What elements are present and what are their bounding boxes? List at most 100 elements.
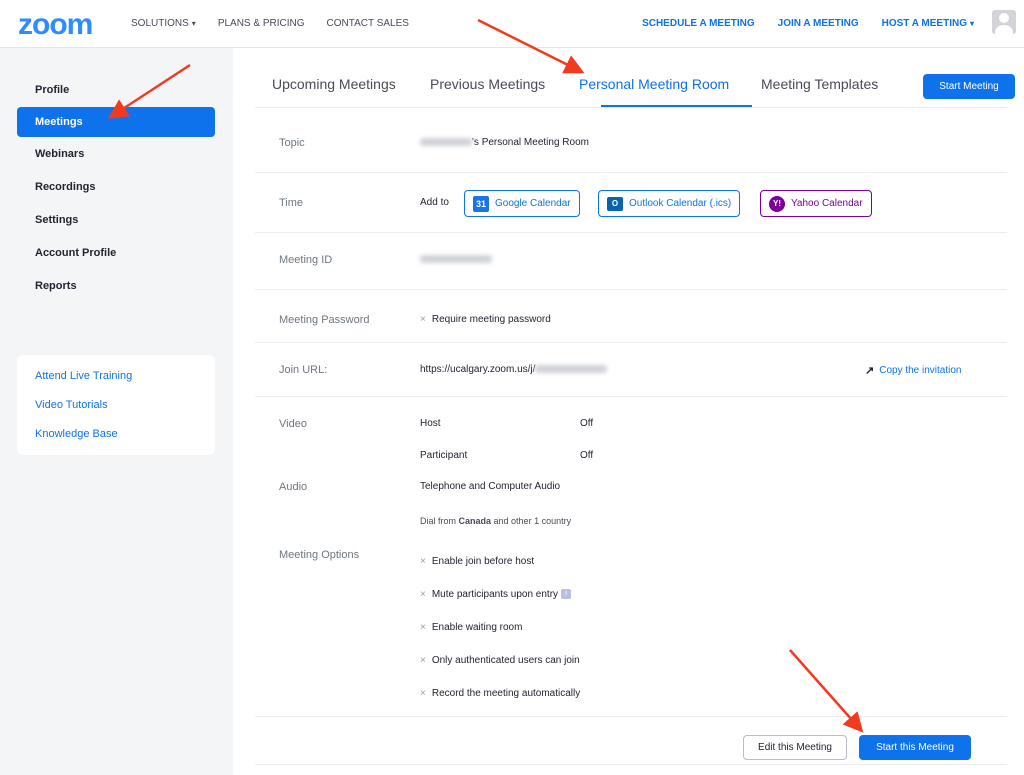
outlook-icon: O	[607, 196, 623, 211]
info-badge-icon[interactable]: i	[561, 589, 572, 600]
option-text: Only authenticated users can join	[431, 655, 580, 666]
link-knowledge-base[interactable]: Knowledge Base	[17, 423, 215, 452]
audio-label: Audio	[279, 481, 308, 493]
nav-solutions[interactable]: SOLUTIONS ▾	[131, 18, 196, 29]
option-text: Record the meeting automatically	[431, 688, 581, 699]
sidebar-item-profile[interactable]: Profile	[17, 74, 215, 107]
tab-previous-meetings[interactable]: Previous Meetings	[430, 76, 545, 92]
google-calendar-button[interactable]: 31 Google Calendar	[464, 190, 580, 217]
tab-personal-meeting-room[interactable]: Personal Meeting Room	[579, 76, 729, 92]
time-label: Time	[279, 197, 304, 209]
join-url-label: Join URL:	[279, 364, 328, 376]
yahoo-calendar-button[interactable]: Y! Yahoo Calendar	[760, 190, 872, 217]
copy-invitation-label: Copy the invitation	[879, 365, 962, 376]
avatar[interactable]	[992, 10, 1016, 34]
password-text: Require meeting password	[431, 314, 551, 325]
sidebar-item-recordings[interactable]: Recordings	[17, 171, 215, 204]
yahoo-calendar-label: Yahoo Calendar	[791, 198, 863, 209]
add-to-label: Add to	[420, 197, 449, 208]
sidebar-item-reports[interactable]: Reports	[17, 270, 215, 303]
x-icon: ×	[420, 556, 426, 567]
start-meeting-button[interactable]: Start Meeting	[923, 74, 1015, 99]
x-icon: ×	[420, 655, 426, 666]
dial-from-text: Dial from Canada and other 1 country	[420, 516, 571, 526]
dial-prefix: Dial from	[420, 516, 459, 526]
redacted-url	[535, 365, 608, 374]
link-attend-live-training[interactable]: Attend Live Training	[17, 365, 215, 394]
edit-meeting-button[interactable]: Edit this Meeting	[743, 735, 847, 760]
password-label: Meeting Password	[279, 314, 370, 326]
tab-meeting-templates[interactable]: Meeting Templates	[761, 76, 878, 92]
x-icon: ×	[420, 622, 426, 633]
row-divider	[255, 716, 1007, 717]
option-text: Enable join before host	[431, 556, 535, 567]
nav-join-meeting[interactable]: JOIN A MEETING	[778, 18, 859, 29]
meeting-id-value	[420, 254, 492, 265]
topic-value: 's Personal Meeting Room	[420, 137, 589, 148]
topic-text: 's Personal Meeting Room	[472, 137, 589, 148]
start-this-meeting-button[interactable]: Start this Meeting	[859, 735, 971, 760]
option-text: Enable waiting room	[431, 622, 523, 633]
main-panel: Upcoming Meetings Previous Meetings Pers…	[233, 48, 1024, 775]
row-divider	[255, 396, 1007, 397]
nav-right: SCHEDULE A MEETING JOIN A MEETING HOST A…	[642, 18, 974, 29]
row-divider	[255, 232, 1007, 233]
join-url-value[interactable]: https://ucalgary.zoom.us/j/	[420, 364, 608, 375]
tab-upcoming-meetings[interactable]: Upcoming Meetings	[272, 76, 396, 92]
nav-host-meeting[interactable]: HOST A MEETING ▾	[882, 18, 974, 29]
option-waiting-room: × Enable waiting room	[420, 622, 522, 633]
option-auto-record: × Record the meeting automatically	[420, 688, 580, 699]
caret-down-icon: ▾	[969, 19, 974, 28]
google-calendar-icon: 31	[473, 195, 489, 212]
participant-video-value: Off	[580, 450, 594, 461]
password-value: × Require meeting password	[420, 314, 551, 325]
caret-down-icon: ▾	[191, 19, 196, 28]
meeting-tabs: Upcoming Meetings Previous Meetings Pers…	[255, 48, 1015, 108]
outlook-calendar-button[interactable]: O Outlook Calendar (.ics)	[598, 190, 741, 217]
sidebar-item-meetings[interactable]: Meetings	[17, 107, 215, 137]
copy-invitation-link[interactable]: ↗ Copy the invitation	[865, 364, 962, 377]
topic-label: Topic	[279, 137, 305, 149]
option-mute-on-entry: × Mute participants upon entry i	[420, 589, 572, 600]
join-url-text: https://ucalgary.zoom.us/j/	[420, 364, 536, 375]
row-divider	[255, 172, 1007, 173]
nav-plans[interactable]: PLANS & PRICING	[218, 18, 305, 29]
redacted-name	[420, 138, 472, 147]
option-join-before-host: × Enable join before host	[420, 556, 534, 567]
redacted-meeting-id	[420, 255, 492, 264]
link-video-tutorials[interactable]: Video Tutorials	[17, 394, 215, 423]
nav-host-label: HOST A MEETING	[881, 18, 967, 29]
host-video-label: Host	[420, 418, 441, 429]
x-icon: ×	[420, 314, 426, 325]
dial-country: Canada	[458, 516, 492, 526]
sidebar-item-webinars[interactable]: Webinars	[17, 138, 215, 171]
meeting-id-label: Meeting ID	[279, 254, 333, 266]
sidebar-item-settings[interactable]: Settings	[17, 204, 215, 237]
meeting-options-label: Meeting Options	[279, 549, 360, 561]
zoom-logo[interactable]: zoom	[18, 8, 93, 42]
audio-value: Telephone and Computer Audio	[420, 481, 561, 492]
outlook-calendar-label: Outlook Calendar (.ics)	[629, 198, 732, 209]
nav-contact[interactable]: CONTACT SALES	[327, 18, 409, 29]
nav-solutions-label: SOLUTIONS	[131, 18, 189, 29]
row-divider	[255, 289, 1007, 290]
help-links-box: Attend Live Training Video Tutorials Kno…	[17, 355, 215, 455]
option-text: Mute participants upon entry	[431, 589, 559, 600]
share-icon: ↗	[865, 365, 875, 377]
google-calendar-label: Google Calendar	[495, 198, 571, 209]
x-icon: ×	[420, 688, 426, 699]
top-nav: zoom SOLUTIONS ▾ PLANS & PRICING CONTACT …	[0, 0, 1024, 48]
option-authenticated-only: × Only authenticated users can join	[420, 655, 580, 666]
x-icon: ×	[420, 589, 426, 600]
nav-left: SOLUTIONS ▾ PLANS & PRICING CONTACT SALES	[131, 18, 409, 29]
yahoo-icon: Y!	[769, 195, 785, 212]
host-video-value: Off	[580, 418, 594, 429]
active-tab-underline	[601, 105, 752, 107]
row-divider	[255, 764, 1007, 765]
participant-video-label: Participant	[420, 450, 468, 461]
video-label: Video	[279, 418, 307, 430]
row-divider	[255, 342, 1007, 343]
dial-suffix: and other 1 country	[491, 516, 572, 526]
nav-schedule-meeting[interactable]: SCHEDULE A MEETING	[642, 18, 755, 29]
sidebar-item-account-profile[interactable]: Account Profile	[17, 237, 215, 270]
